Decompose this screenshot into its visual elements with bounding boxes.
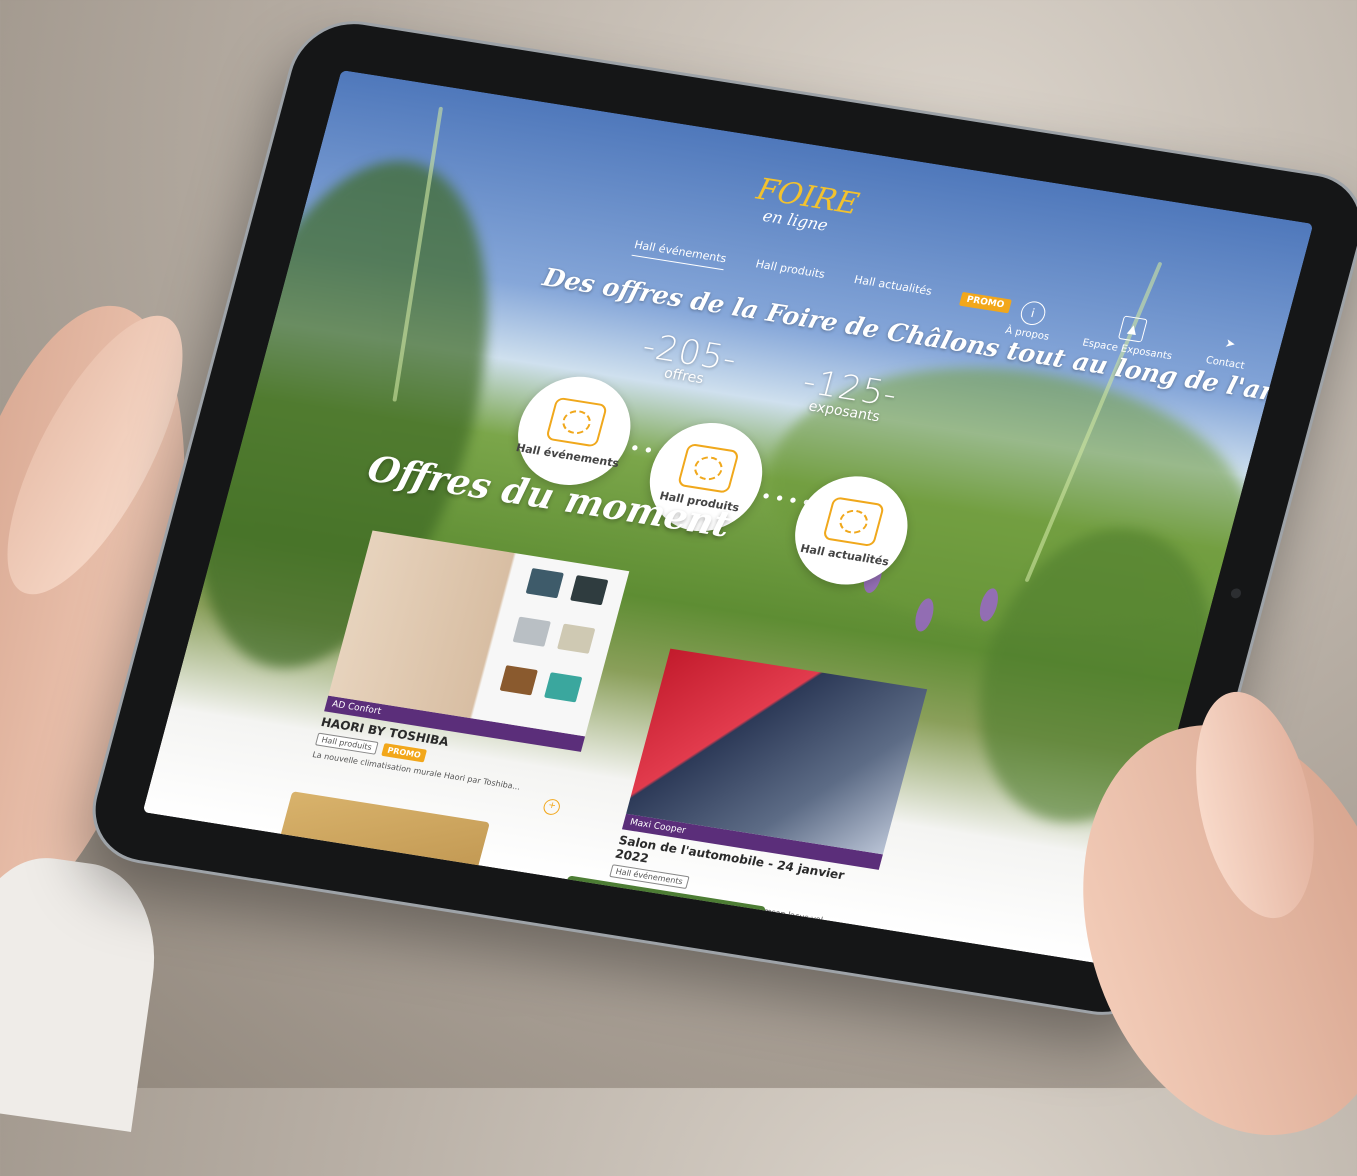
hall-actualites-label: Hall actualités	[799, 541, 891, 569]
paper-plane-icon: ➤	[1223, 335, 1238, 352]
plus-icon[interactable]: +	[541, 797, 562, 817]
nav-hall-actualites[interactable]: Hall actualités	[851, 273, 934, 303]
tent-icon: ▲	[1117, 315, 1148, 343]
stat-offres: -205- offres	[635, 326, 742, 391]
color-swatch	[557, 623, 596, 654]
color-swatch	[499, 665, 538, 696]
color-swatch	[544, 672, 583, 703]
plus-icon[interactable]: +	[832, 943, 853, 962]
offer-card[interactable]: Maxi Cooper Salon de l'automobile - 24 j…	[601, 648, 928, 962]
products-icon	[677, 442, 740, 494]
nav-hall-evenements[interactable]: Hall événements	[631, 238, 728, 271]
promo-chip: PROMO	[380, 742, 428, 763]
camera-icon	[1229, 587, 1243, 600]
balloons-icon	[545, 396, 609, 448]
offer-thumbnail[interactable]	[261, 791, 490, 940]
color-swatch	[512, 616, 551, 647]
nav-promo-badge[interactable]: PROMO	[958, 291, 1012, 314]
newspaper-icon	[822, 495, 886, 547]
color-swatch	[525, 568, 564, 599]
nav-hall-produits[interactable]: Hall produits	[753, 257, 826, 285]
hall-evenements-label: Hall événements	[514, 440, 621, 470]
color-swatch	[570, 575, 609, 606]
site-logo[interactable]: FOIRE en ligne	[743, 172, 863, 257]
info-icon: i	[1017, 299, 1048, 327]
